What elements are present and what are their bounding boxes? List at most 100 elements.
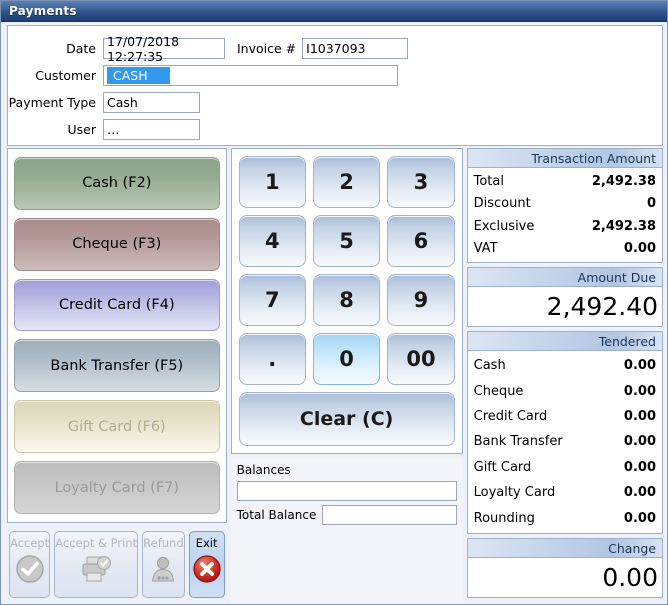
- balances-input[interactable]: [236, 481, 457, 501]
- transaction-value-exclusive: 2,492.38: [591, 218, 656, 234]
- tendered-label-cash: Cash: [473, 358, 506, 374]
- key-4[interactable]: 4: [238, 215, 306, 267]
- transaction-label-total: Total: [473, 173, 504, 189]
- key-8[interactable]: 8: [312, 274, 381, 326]
- change-header: Change: [467, 539, 662, 558]
- clear-button[interactable]: Clear (C): [238, 392, 455, 446]
- user-label: User: [67, 122, 97, 137]
- payment-type-field[interactable]: Cash: [103, 92, 200, 113]
- keypad-row-2: 4 5 6: [238, 215, 455, 267]
- payment-method-buttons: Cash (F2) Cheque (F3) Credit Card (F4) B…: [7, 148, 227, 523]
- middle-column: 1 2 3 4 5 6 7 8 9 . 0 00 Clear (C) Balan…: [230, 148, 463, 604]
- invoice-field[interactable]: I1037093: [302, 38, 409, 59]
- customer-row: Customer CASH: [8, 62, 662, 89]
- key-9[interactable]: 9: [387, 274, 455, 326]
- keypad-row-clear: Clear (C): [238, 392, 455, 446]
- key-3[interactable]: 3: [387, 156, 455, 208]
- accept-button: Accept: [9, 531, 51, 598]
- change-value: 0.00: [602, 563, 658, 592]
- transaction-label-vat: VAT: [473, 241, 498, 257]
- action-button-bar: Accept Accept & Print Refund Exit: [7, 527, 227, 604]
- keypad-row-1: 1 2 3: [238, 156, 455, 208]
- amount-due-section: Amount Due 2,492.40: [466, 267, 663, 327]
- key-double-zero[interactable]: 00: [387, 333, 455, 385]
- tendered-value-gift-card: 0.00: [623, 459, 656, 475]
- payment-type-label: Payment Type: [8, 95, 96, 110]
- balances-section: Balances Total Balance: [230, 458, 463, 604]
- transaction-amount-section: Transaction Amount Total 2,492.38 Discou…: [466, 148, 663, 263]
- date-value: 17/07/2018 12:27:35: [107, 33, 180, 64]
- transaction-row-exclusive: Exclusive 2,492.38: [474, 215, 656, 238]
- accept-button-label: Accept: [10, 536, 50, 550]
- key-6[interactable]: 6: [387, 215, 455, 267]
- amount-due-header: Amount Due: [467, 268, 662, 287]
- user-field[interactable]: …: [103, 119, 200, 140]
- transaction-amount-header: Transaction Amount: [467, 149, 662, 168]
- exit-button[interactable]: Exit: [188, 531, 225, 598]
- user-value: …: [107, 122, 120, 137]
- payment-button-cheque[interactable]: Cheque (F3): [14, 217, 220, 271]
- numeric-keypad: 1 2 3 4 5 6 7 8 9 . 0 00 Clear (C): [230, 148, 463, 454]
- tendered-row-rounding: Rounding 0.00: [474, 506, 656, 531]
- tendered-row-cheque: Cheque 0.00: [474, 378, 656, 403]
- printer-check-icon: [79, 552, 113, 586]
- tendered-row-loyalty-card: Loyalty Card 0.00: [474, 480, 656, 505]
- transaction-row-discount: Discount 0: [474, 193, 656, 216]
- key-0[interactable]: 0: [312, 333, 381, 385]
- tendered-label-cheque: Cheque: [473, 383, 524, 399]
- tendered-value-cheque: 0.00: [623, 383, 656, 399]
- accept-and-print-button: Accept & Print: [54, 531, 139, 598]
- invoice-value: I1037093: [306, 41, 366, 56]
- payment-button-cash[interactable]: Cash (F2): [14, 157, 220, 210]
- refund-button-label: Refund: [143, 536, 184, 550]
- tendered-row-cash: Cash 0.00: [474, 353, 656, 378]
- customer-label: Customer: [35, 68, 96, 83]
- tendered-label-loyalty-card: Loyalty Card: [473, 485, 556, 501]
- keypad-row-3: 7 8 9: [238, 274, 455, 326]
- accept-and-print-button-label: Accept & Print: [55, 536, 138, 550]
- window-title: Payments: [9, 4, 77, 18]
- red-x-circle-icon: [190, 552, 224, 586]
- tendered-label-rounding: Rounding: [473, 510, 535, 526]
- header-form-region: Date 17/07/2018 12:27:35 Invoice # I1037…: [1, 22, 667, 148]
- tendered-value-cash: 0.00: [623, 358, 656, 374]
- key-7[interactable]: 7: [238, 274, 306, 326]
- tendered-row-credit-card: Credit Card 0.00: [474, 404, 656, 429]
- payment-button-bank-transfer[interactable]: Bank Transfer (F5): [14, 339, 220, 393]
- transaction-value-vat: 0.00: [623, 241, 656, 257]
- payment-type-value: Cash: [107, 95, 138, 110]
- header-form-panel: Date 17/07/2018 12:27:35 Invoice # I1037…: [7, 25, 663, 146]
- payment-button-credit-card[interactable]: Credit Card (F4): [14, 278, 220, 332]
- refund-button: Refund: [142, 531, 185, 598]
- transaction-row-total: Total 2,492.38: [474, 170, 656, 193]
- invoice-label: Invoice #: [237, 41, 297, 56]
- total-balance-input[interactable]: [322, 505, 457, 525]
- key-decimal[interactable]: .: [238, 333, 306, 385]
- left-column: Cash (F2) Cheque (F3) Credit Card (F4) B…: [7, 148, 227, 604]
- exit-button-label: Exit: [195, 536, 218, 550]
- tendered-label-bank-transfer: Bank Transfer: [473, 434, 563, 450]
- window-titlebar: Payments: [1, 1, 667, 22]
- tendered-value-rounding: 0.00: [623, 510, 656, 526]
- customer-value: CASH: [107, 67, 170, 84]
- balances-label: Balances: [236, 463, 291, 477]
- check-circle-icon: [13, 552, 47, 586]
- tendered-row-gift-card: Gift Card 0.00: [474, 455, 656, 480]
- transaction-value-discount: 0: [646, 196, 656, 212]
- payment-button-loyalty-card: Loyalty Card (F7): [14, 461, 220, 514]
- change-section: Change 0.00: [466, 538, 663, 598]
- key-1[interactable]: 1: [238, 156, 306, 208]
- key-2[interactable]: 2: [312, 156, 381, 208]
- payment-type-row: Payment Type Cash: [8, 89, 662, 116]
- payment-button-gift-card: Gift Card (F6): [14, 400, 220, 454]
- tendered-header: Tendered: [467, 332, 662, 351]
- date-invoice-row: Date 17/07/2018 12:27:35 Invoice # I1037…: [8, 34, 662, 64]
- key-5[interactable]: 5: [312, 215, 381, 267]
- customer-field[interactable]: CASH: [103, 65, 398, 86]
- right-column: Transaction Amount Total 2,492.38 Discou…: [466, 148, 663, 604]
- person-icon: [146, 552, 180, 586]
- transaction-label-exclusive: Exclusive: [473, 218, 535, 234]
- tendered-value-bank-transfer: 0.00: [623, 434, 656, 450]
- date-label: Date: [66, 41, 96, 56]
- date-field[interactable]: 17/07/2018 12:27:35: [103, 34, 225, 64]
